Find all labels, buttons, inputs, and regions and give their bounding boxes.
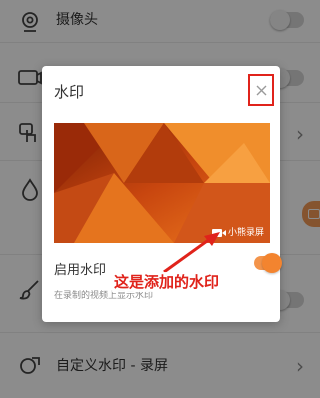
close-icon xyxy=(256,85,266,95)
dialog-title: 水印 xyxy=(54,83,85,101)
enable-watermark-toggle[interactable] xyxy=(254,253,282,273)
watermark-text: 小熊录屏 xyxy=(228,228,265,238)
video-camera-icon xyxy=(212,229,226,237)
preview-watermark: 小熊录屏 xyxy=(212,227,264,239)
enable-watermark-label: 启用水印 xyxy=(54,263,107,278)
annotation-text: 这是添加的水印 xyxy=(112,272,222,292)
watermark-preview: 小熊录屏 xyxy=(54,123,270,243)
preview-background-image xyxy=(54,123,270,243)
close-button[interactable] xyxy=(248,74,274,106)
